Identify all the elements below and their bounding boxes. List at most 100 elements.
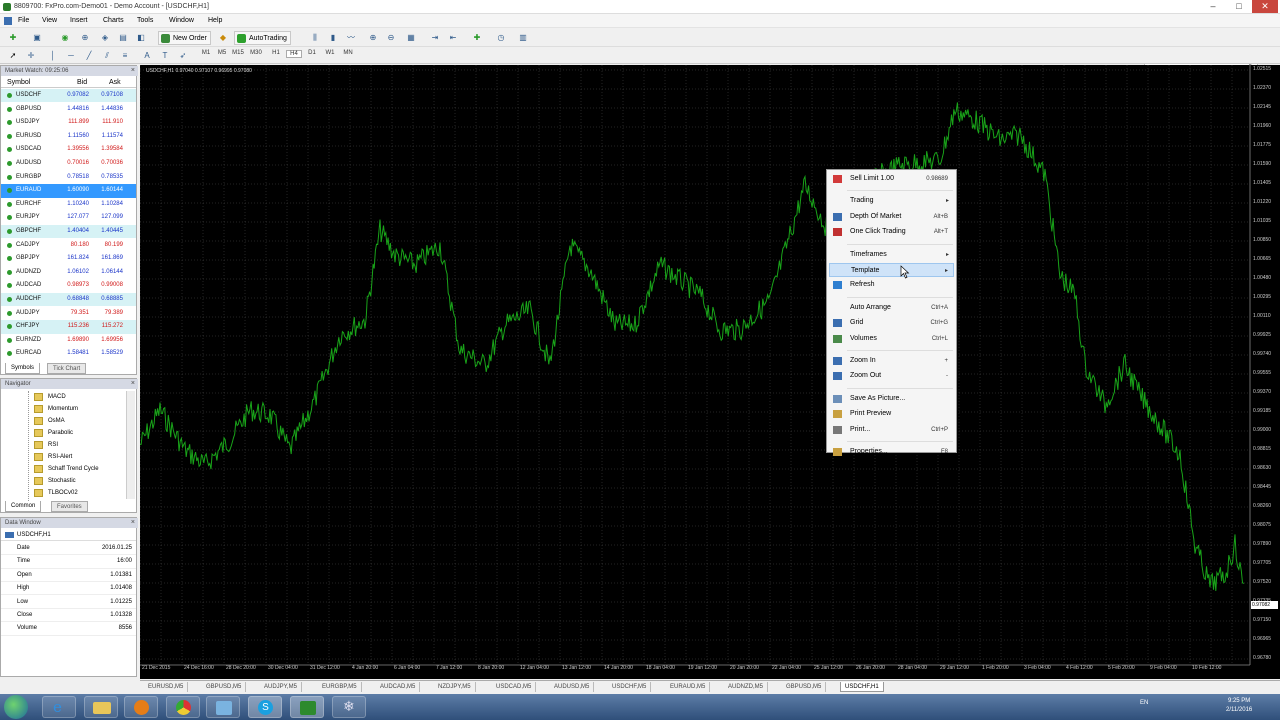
strategy-tester-icon[interactable]: ◧ (134, 31, 148, 44)
chart-shift-icon[interactable]: ⇥ (428, 31, 442, 44)
menu-tools[interactable]: Tools (137, 17, 153, 24)
ie-icon[interactable]: e (42, 696, 76, 718)
minimize-button[interactable]: – (1200, 0, 1226, 13)
chart-tab[interactable]: USDCHF,H1 (840, 682, 884, 692)
market-watch-row[interactable]: AUDUSD 0.70016 0.70036 (1, 157, 136, 170)
chart-tab[interactable]: USDCAD,M5 (492, 682, 537, 692)
maximize-button[interactable]: □ (1226, 0, 1252, 13)
zoom-in-icon[interactable]: ⊕ (366, 31, 380, 44)
menu-item-save-as-picture[interactable]: Save As Picture... (829, 392, 954, 406)
chart-tab[interactable]: AUDJPY,M5 (260, 682, 302, 692)
navigator-scrollbar[interactable] (126, 391, 135, 499)
bar-chart-icon[interactable]: ⫼ (308, 31, 322, 44)
chart-tab[interactable]: GBPUSD,M5 (782, 682, 827, 692)
candlestick-icon[interactable]: ▮ (326, 31, 340, 44)
close-icon[interactable]: × (131, 66, 135, 76)
column-symbol[interactable]: Symbol (7, 77, 30, 88)
menu-item-refresh[interactable]: Refresh (829, 278, 954, 292)
tab-favorites[interactable]: Favorites (51, 501, 88, 512)
indicators-icon[interactable]: ✚ (470, 31, 484, 44)
app-snowflake-icon[interactable]: ❄ (332, 696, 366, 718)
market-watch-row[interactable]: EURNZD 1.69890 1.69956 (1, 334, 136, 347)
metaeditor-icon[interactable]: ◆ (216, 31, 230, 44)
market-watch-row[interactable]: USDCAD 1.39556 1.39584 (1, 143, 136, 156)
menu-item-print[interactable]: Print... Ctrl+P (829, 423, 954, 437)
equidistant-channel-icon[interactable]: ⫽ (100, 49, 114, 62)
periods-icon[interactable]: ◷ (494, 31, 508, 44)
autoscroll-icon[interactable]: ⇤ (446, 31, 460, 44)
navigator-item[interactable]: Schaff Trend Cycle (31, 463, 99, 475)
profiles-icon[interactable]: ▣ (30, 31, 44, 44)
menu-item-timeframes[interactable]: Timeframes ▸ (829, 248, 954, 262)
menu-item-grid[interactable]: Grid Ctrl+G (829, 316, 954, 330)
text-label-icon[interactable]: T (158, 49, 172, 62)
navigator-icon[interactable]: ◈ (98, 31, 112, 44)
menu-charts[interactable]: Charts (103, 17, 124, 24)
close-button[interactable]: ✕ (1252, 0, 1278, 13)
taskbar-clock[interactable]: 9:25 PM 2/11/2016 (1226, 697, 1252, 715)
market-watch-row[interactable]: GBPUSD 1.44816 1.44836 (1, 103, 136, 116)
navigator-item[interactable]: Momentum (31, 403, 78, 415)
crosshair-icon[interactable]: ✛ (24, 49, 38, 62)
market-watch-row[interactable]: EURJPY 127.077 127.099 (1, 211, 136, 224)
navigator-item[interactable]: RSI-Alert (31, 451, 72, 463)
vertical-line-icon[interactable]: │ (46, 49, 60, 62)
text-icon[interactable]: A (140, 49, 154, 62)
market-watch-row[interactable]: CADJPY 80.180 80.199 (1, 239, 136, 252)
menu-insert[interactable]: Insert (70, 17, 88, 24)
chart-tab[interactable]: EURUSD,M5 (144, 682, 189, 692)
timeframe-mn[interactable]: MN (340, 50, 356, 56)
timeframe-d1[interactable]: D1 (304, 50, 320, 56)
close-icon[interactable]: × (131, 518, 135, 528)
market-watch-row[interactable]: GBPCHF 1.40404 1.40445 (1, 225, 136, 239)
market-watch-row[interactable]: GBPJPY 161.824 161.869 (1, 252, 136, 265)
media-player-icon[interactable] (124, 696, 158, 718)
market-watch-row[interactable]: EURCHF 1.10240 1.10284 (1, 198, 136, 211)
menu-item-trading[interactable]: Trading ▸ (829, 194, 954, 208)
navigator-item[interactable]: MACD (31, 391, 66, 403)
market-watch-row[interactable]: EURAUD 1.60090 1.60144 (1, 184, 136, 198)
timeframe-m5[interactable]: M5 (214, 50, 230, 56)
menu-item-print-preview[interactable]: Print Preview (829, 407, 954, 421)
timeframe-m1[interactable]: M1 (198, 50, 214, 56)
chart-tab[interactable]: USDCHF,M5 (608, 682, 652, 692)
market-watch-row[interactable]: EURUSD 1.11560 1.11574 (1, 130, 136, 143)
chart-tab[interactable]: EURGBP,M5 (318, 682, 362, 692)
zoom-out-icon[interactable]: ⊖ (384, 31, 398, 44)
tab-tick-chart[interactable]: Tick Chart (47, 363, 87, 374)
menu-item-auto-arrange[interactable]: Auto Arrange Ctrl+A (829, 301, 954, 315)
paint-icon[interactable] (206, 696, 240, 718)
terminal-icon[interactable]: ▤ (116, 31, 130, 44)
chrome-icon[interactable] (166, 696, 200, 718)
arrows-icon[interactable]: ➶ (176, 49, 190, 62)
menu-item-sell-limit-1-00[interactable]: Sell Limit 1.00 0.98689 (829, 172, 954, 186)
timeframe-m15[interactable]: M15 (230, 50, 246, 56)
market-watch-row[interactable]: USDJPY 111.899 111.910 (1, 116, 136, 129)
market-watch-row[interactable]: USDCHF 0.97082 0.97108 (1, 89, 136, 103)
navigator-item[interactable]: OsMA (31, 415, 65, 427)
start-button[interactable] (4, 695, 28, 719)
menu-item-one-click-trading[interactable]: One Click Trading Alt+T (829, 225, 954, 239)
market-watch-row[interactable]: AUDNZD 1.06102 1.06144 (1, 266, 136, 279)
navigator-item[interactable]: Parabolic (31, 427, 73, 439)
autotrading-button[interactable]: AutoTrading (234, 31, 291, 45)
chart-tab[interactable]: AUDUSD,M5 (550, 682, 595, 692)
menu-file[interactable]: File (18, 17, 29, 24)
new-order-button[interactable]: New Order (158, 31, 211, 45)
menu-item-properties[interactable]: Properties... F8 (829, 445, 954, 459)
close-icon[interactable]: × (131, 379, 135, 389)
market-watch-row[interactable]: EURCAD 1.58481 1.58529 (1, 347, 136, 360)
timeframe-h4[interactable]: H4 (286, 50, 302, 58)
language-indicator[interactable]: EN (1140, 700, 1148, 706)
trendline-icon[interactable]: ╱ (82, 49, 96, 62)
navigator-item[interactable]: TLBOCv02 (31, 487, 78, 499)
chart-tab[interactable]: AUDCAD,M5 (376, 682, 421, 692)
menu-view[interactable]: View (42, 17, 57, 24)
new-chart-icon[interactable]: ✚ (6, 31, 20, 44)
tab-symbols[interactable]: Symbols (5, 363, 41, 374)
column-bid[interactable]: Bid (77, 77, 87, 88)
market-watch-row[interactable]: EURGBP 0.78518 0.78535 (1, 171, 136, 184)
fibonacci-icon[interactable]: ≡ (118, 49, 132, 62)
chart-tab[interactable]: AUDNZD,M5 (724, 682, 769, 692)
timeframe-m30[interactable]: M30 (248, 50, 264, 56)
